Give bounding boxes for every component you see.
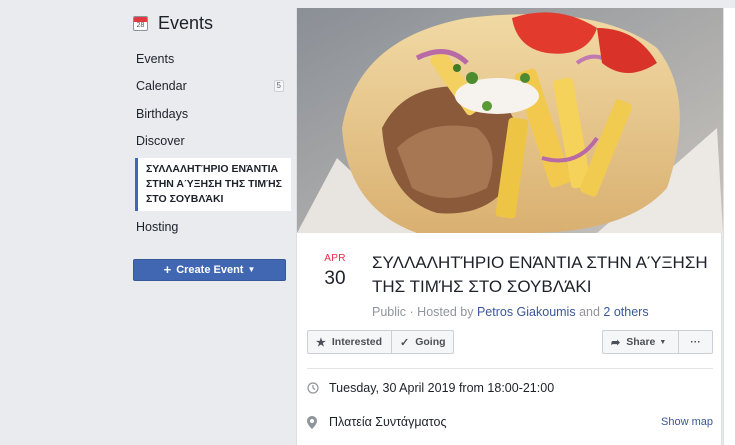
share-label: Share [626, 336, 656, 348]
event-month: APR [324, 253, 346, 264]
event-datetime-row: Tuesday, 30 April 2019 from 18:00-21:00 [307, 378, 713, 398]
share-arrow-icon: ➦ [611, 336, 621, 349]
event-day: 30 [324, 268, 346, 289]
divider [307, 368, 713, 369]
create-event-button[interactable]: + Create Event ▼ [133, 258, 286, 281]
host-name-link[interactable]: Petros Giakoumis [477, 305, 576, 319]
checkmark-icon: ✓ [400, 336, 410, 349]
caret-down-icon: ▼ [659, 338, 667, 346]
more-options-button[interactable]: ··· [678, 330, 713, 354]
count-badge: 5 [273, 80, 284, 93]
going-label: Going [415, 336, 446, 348]
hosted-by-prefix: Hosted by [417, 305, 474, 319]
sidebar-item-calendar[interactable]: Calendar 5 [130, 73, 288, 101]
sidebar-item-label: Events [136, 51, 175, 66]
caret-down-icon: ▼ [247, 265, 256, 274]
sidebar-item-selected-event[interactable]: ΣΥΛΛΑΛΗΤΉΡΙΟ ΕΝΆΝΤΙΑ ΣΤΗΝ ΑΎΞΗΣΗ ΤΗΣ ΤΙΜ… [135, 158, 291, 211]
event-actions: ★ Interested ✓ Going ➦ Share ▼ ··· [307, 330, 713, 354]
calendar-icon: 28 [133, 15, 148, 31]
event-datetime: Tuesday, 30 April 2019 from 18:00-21:00 [329, 381, 555, 395]
sidebar-item-label: Discover [136, 134, 185, 149]
sidebar-item-discover[interactable]: Discover [130, 128, 288, 156]
interested-button[interactable]: ★ Interested [307, 330, 392, 354]
event-card: APR 30 ΣΥΛΛΑΛΗΤΉΡΙΟ ΕΝΆΝΤΙΑ ΣΤΗΝ ΑΎΞΗΣΗ … [296, 8, 723, 445]
sidebar-nav: Events Calendar 5 Birthdays Discover ΣΥΛ… [130, 45, 291, 241]
sidebar-item-label: Birthdays [136, 106, 189, 121]
location-pin-icon [307, 415, 329, 429]
event-title: ΣΥΛΛΑΛΗΤΉΡΙΟ ΕΝΆΝΤΙΑ ΣΤΗΝ ΑΎΞΗΣΗ ΤΗΣ ΤΙΜ… [372, 253, 708, 296]
more-icon: ··· [690, 336, 701, 348]
event-header: APR 30 ΣΥΛΛΑΛΗΤΉΡΙΟ ΕΝΆΝΤΙΑ ΣΤΗΝ ΑΎΞΗΣΗ … [297, 243, 723, 319]
other-hosts-link[interactable]: 2 others [603, 305, 648, 319]
event-location-row: Πλατεία Συντάγματος Show map [307, 412, 713, 432]
show-map-link[interactable]: Show map [661, 416, 713, 428]
star-icon: ★ [316, 336, 326, 349]
clock-icon [307, 382, 329, 394]
events-sidebar: 28 Events Events Calendar 5 Birthdays Di… [130, 8, 291, 281]
souvlaki-photo [297, 8, 723, 233]
event-date-badge: APR 30 [315, 253, 355, 290]
sidebar-item-birthdays[interactable]: Birthdays [130, 100, 288, 128]
sidebar-item-hosting[interactable]: Hosting [130, 213, 288, 241]
event-cover-photo[interactable] [297, 8, 723, 233]
right-column-edge [723, 8, 735, 445]
plus-icon: + [163, 262, 172, 277]
interested-label: Interested [331, 336, 383, 348]
share-button[interactable]: ➦ Share ▼ [602, 330, 679, 354]
event-location[interactable]: Πλατεία Συντάγματος [329, 415, 447, 429]
event-host-line: Public · Hosted by Petros Giakoumis and … [372, 305, 649, 319]
sidebar-header: 28 Events [133, 8, 288, 38]
and-text: and [579, 305, 600, 319]
sidebar-item-events[interactable]: Events [130, 45, 288, 73]
create-event-label: Create Event [176, 263, 244, 276]
event-privacy: Public [372, 305, 407, 319]
sidebar-title: Events [158, 12, 214, 33]
sidebar-item-label: Hosting [136, 219, 179, 234]
sidebar-item-label: Calendar [136, 79, 187, 94]
going-button[interactable]: ✓ Going [391, 330, 454, 354]
